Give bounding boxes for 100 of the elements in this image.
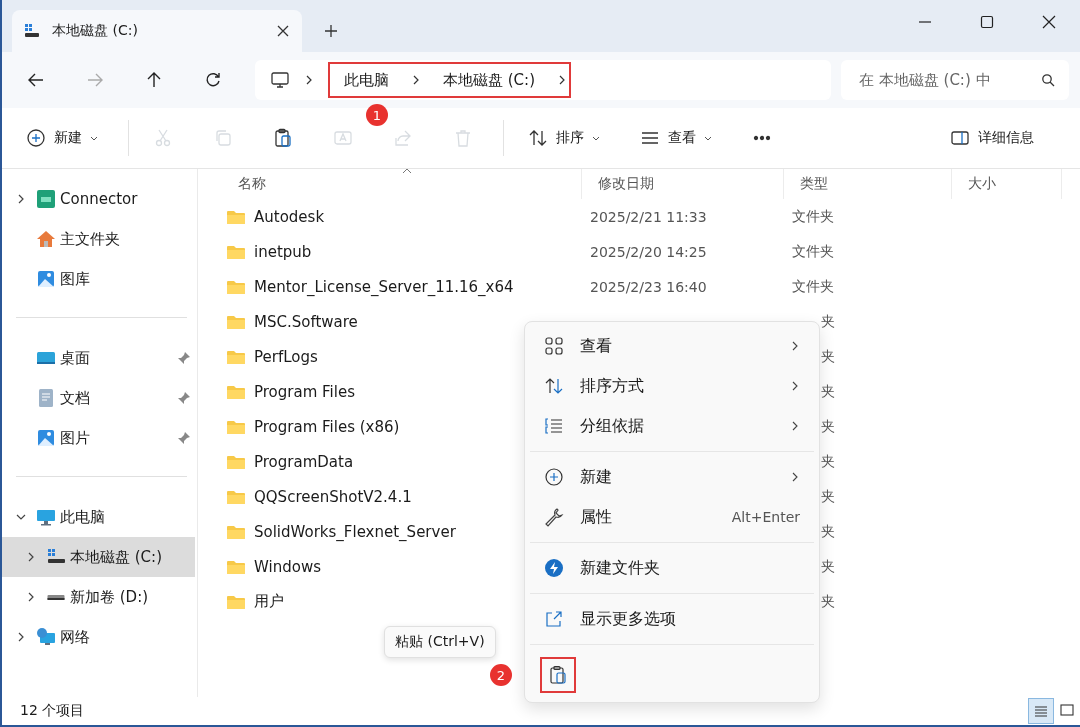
type-cell: 夹 bbox=[821, 522, 835, 541]
pin-icon[interactable] bbox=[177, 351, 191, 365]
pin-icon[interactable] bbox=[177, 431, 191, 445]
sidebar-item[interactable]: Connector bbox=[2, 179, 195, 219]
house-icon bbox=[36, 229, 56, 249]
file-name[interactable]: 用户 bbox=[254, 592, 284, 611]
caret-icon bbox=[704, 134, 712, 142]
chevron-right-icon[interactable] bbox=[26, 552, 36, 562]
file-name[interactable]: Mentor_License_Server_11.16_x64 bbox=[254, 277, 514, 296]
sidebar-item[interactable]: 图片 bbox=[2, 418, 195, 458]
tab-title: 本地磁盘 (C:) bbox=[52, 22, 139, 40]
close-icon[interactable] bbox=[1042, 15, 1056, 29]
column-header[interactable]: 类型 bbox=[784, 169, 952, 199]
caret-icon bbox=[90, 134, 98, 142]
folder-icon bbox=[226, 593, 246, 610]
file-name[interactable]: SolidWorks_Flexnet_Server bbox=[254, 522, 456, 541]
type-cell: 夹 bbox=[821, 347, 835, 366]
list-icon bbox=[544, 416, 564, 436]
date-cell: 2025/2/21 11:33 bbox=[590, 208, 707, 225]
sidebar-item[interactable]: 文档 bbox=[2, 378, 195, 418]
lines-icon bbox=[1033, 703, 1049, 719]
folder-icon bbox=[226, 243, 246, 260]
file-name[interactable]: Program Files (x86) bbox=[254, 417, 400, 436]
menu-item[interactable]: 显示更多选项 bbox=[530, 599, 814, 639]
new-button[interactable]: 新建 bbox=[16, 118, 108, 158]
menu-item[interactable]: 新建 bbox=[530, 457, 814, 497]
file-name[interactable]: ProgramData bbox=[254, 452, 354, 471]
file-name[interactable]: Program Files bbox=[254, 382, 355, 401]
chevron-right-icon[interactable] bbox=[26, 592, 36, 602]
address-bar[interactable]: 此电脑 本地磁盘 (C:) bbox=[255, 60, 831, 100]
date-cell: 2025/2/23 16:40 bbox=[590, 278, 707, 295]
monitor-icon bbox=[36, 507, 56, 527]
folder-icon bbox=[226, 453, 246, 470]
chevron-down-icon[interactable] bbox=[16, 512, 26, 522]
sidebar-item[interactable]: 桌面 bbox=[2, 338, 195, 378]
type-cell: 夹 bbox=[821, 592, 835, 611]
file-name[interactable]: inetpub bbox=[254, 242, 312, 261]
chevron-right-icon[interactable] bbox=[16, 632, 26, 642]
sort-caret-icon bbox=[402, 168, 412, 174]
breadcrumb-item[interactable]: 本地磁盘 (C:) bbox=[443, 70, 535, 90]
sort-button[interactable]: 排序 bbox=[518, 118, 610, 158]
folder-icon bbox=[226, 418, 246, 435]
menu-item[interactable]: 属性 Alt+Enter bbox=[530, 497, 814, 537]
pin-icon[interactable] bbox=[177, 391, 191, 405]
folder-icon bbox=[226, 558, 246, 575]
sidebar-item[interactable]: 本地磁盘 (C:) bbox=[2, 537, 195, 577]
bolt-circle-icon bbox=[544, 558, 564, 578]
menu-item[interactable]: 新建文件夹 bbox=[530, 548, 814, 588]
search-field[interactable]: 在 本地磁盘 (C:) 中 bbox=[841, 60, 1069, 100]
file-name[interactable]: Autodesk bbox=[254, 207, 325, 226]
picture-icon bbox=[36, 269, 56, 289]
breadcrumb-item[interactable]: 此电脑 bbox=[344, 70, 389, 90]
chevron-right-icon[interactable] bbox=[557, 75, 567, 85]
type-cell: 夹 bbox=[821, 487, 835, 506]
paste-button[interactable] bbox=[540, 657, 576, 693]
sidebar-item[interactable]: 图库 bbox=[2, 259, 195, 299]
view-button[interactable]: 查看 bbox=[630, 118, 722, 158]
sidebar-item[interactable]: 网络 bbox=[2, 617, 195, 657]
item-count: 12 个项目 bbox=[20, 702, 85, 720]
app-icon bbox=[36, 189, 56, 209]
column-header[interactable]: 名称 bbox=[222, 169, 582, 199]
close-icon[interactable] bbox=[276, 24, 290, 38]
sidebar-item[interactable]: 新加卷 (D:) bbox=[2, 577, 195, 617]
share-icon bbox=[544, 609, 564, 629]
file-name[interactable]: Windows bbox=[254, 557, 321, 576]
chevron-right-icon[interactable] bbox=[304, 75, 314, 85]
column-header[interactable]: 大小 bbox=[952, 169, 1062, 199]
window-tab[interactable]: 本地磁盘 (C:) bbox=[12, 10, 302, 52]
maximize-icon[interactable] bbox=[980, 15, 994, 29]
file-name[interactable]: PerfLogs bbox=[254, 347, 318, 366]
monitor-icon bbox=[270, 70, 290, 90]
wrench-icon bbox=[544, 507, 564, 527]
search-icon bbox=[1041, 73, 1055, 87]
menu-item[interactable]: 排序方式 bbox=[530, 366, 814, 406]
folder-icon bbox=[226, 313, 246, 330]
chevron-right-icon[interactable] bbox=[16, 194, 26, 204]
drive-icon bbox=[46, 593, 66, 601]
drive-icon bbox=[24, 23, 40, 39]
type-cell: 夹 bbox=[821, 382, 835, 401]
sidebar-item[interactable]: 主文件夹 bbox=[2, 219, 195, 259]
file-name[interactable]: QQScreenShotV2.4.1 bbox=[254, 487, 412, 506]
sidebar-item[interactable]: 此电脑 bbox=[2, 497, 195, 537]
type-cell: 文件夹 bbox=[792, 242, 834, 261]
details-button[interactable]: 详细信息 bbox=[940, 118, 1044, 158]
menu-item[interactable]: 分组依据 bbox=[530, 406, 814, 446]
plus-circle-icon bbox=[544, 467, 564, 487]
step-number: 2 bbox=[490, 664, 512, 686]
folder-icon bbox=[226, 348, 246, 365]
details-view-button[interactable] bbox=[1028, 698, 1054, 724]
column-header[interactable]: 修改日期 bbox=[582, 169, 784, 199]
picture-icon bbox=[36, 428, 56, 448]
file-name[interactable]: MSC.Software bbox=[254, 312, 358, 331]
rectangle-icon bbox=[1059, 703, 1075, 719]
chevron-right-icon[interactable] bbox=[411, 75, 421, 85]
menu-item[interactable]: 查看 bbox=[530, 326, 814, 366]
plus-icon[interactable] bbox=[324, 24, 338, 38]
type-cell: 文件夹 bbox=[792, 207, 834, 226]
clipboard-icon bbox=[548, 665, 568, 685]
type-cell: 夹 bbox=[821, 452, 835, 471]
type-cell: 夹 bbox=[821, 312, 835, 331]
